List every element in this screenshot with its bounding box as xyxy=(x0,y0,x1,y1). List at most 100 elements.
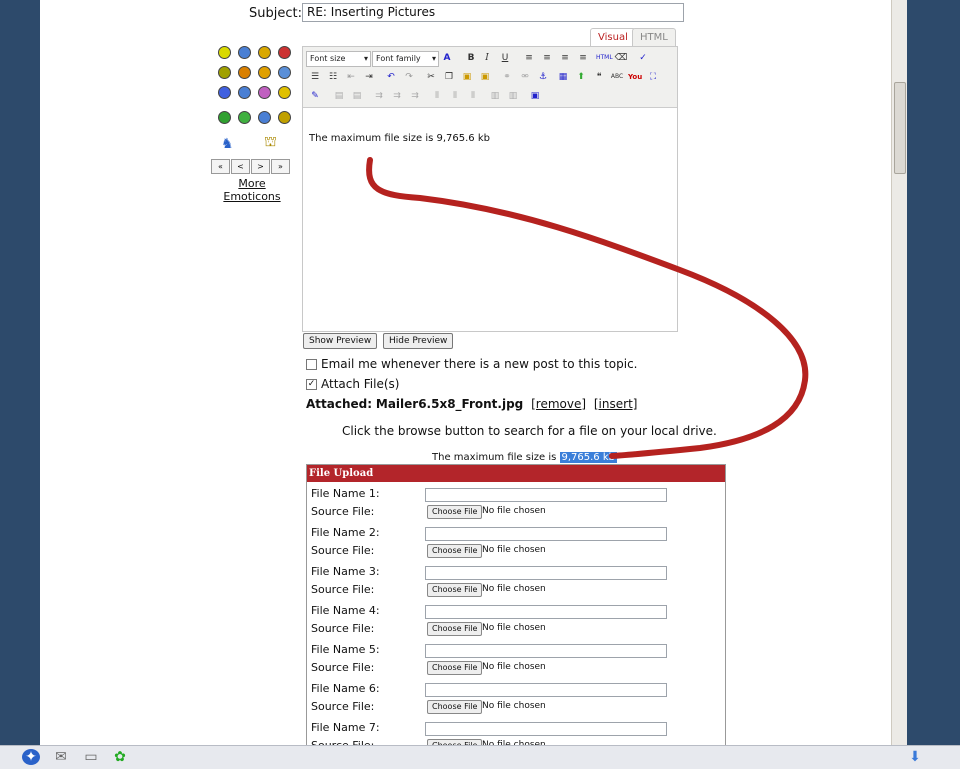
bullet-list-icon[interactable]: ☰ xyxy=(308,70,322,84)
email-me-checkbox[interactable] xyxy=(306,359,317,370)
cut-icon[interactable]: ✂ xyxy=(424,70,438,84)
fullscreen-icon[interactable]: ⛶ xyxy=(646,70,660,84)
choose-file-button[interactable]: Choose File xyxy=(427,622,483,636)
scrollbar-thumb[interactable] xyxy=(894,82,906,174)
insert-attachment-link[interactable]: [insert] xyxy=(594,397,638,411)
editor-text[interactable]: The maximum file size is 9,765.6 kb xyxy=(309,133,490,144)
hide-preview-button[interactable]: Hide Preview xyxy=(383,333,454,349)
unlink-icon[interactable]: ⚮ xyxy=(518,70,532,84)
bold-icon[interactable]: B xyxy=(464,51,478,65)
tab-html[interactable]: HTML xyxy=(632,28,676,47)
link-icon[interactable]: ⚭ xyxy=(500,70,514,84)
eraser-icon[interactable]: ⌫ xyxy=(614,51,628,65)
show-preview-button[interactable]: Show Preview xyxy=(303,333,378,349)
attach-files-checkbox[interactable]: ✓ xyxy=(306,379,317,390)
file-name-input[interactable] xyxy=(425,527,667,541)
subject-input[interactable]: RE: Inserting Pictures xyxy=(302,3,684,22)
html-source-icon[interactable]: HTML xyxy=(596,51,613,65)
anchor-icon[interactable]: ⚓ xyxy=(536,70,550,84)
emoticon-house-icon[interactable]: ⛫ xyxy=(264,134,277,152)
emoticon-icon[interactable] xyxy=(218,111,231,124)
upload-image-icon[interactable]: ⬆ xyxy=(574,70,588,84)
emoticon-icon[interactable] xyxy=(238,111,251,124)
file-name-input[interactable] xyxy=(425,488,667,502)
file-name-input[interactable] xyxy=(425,683,667,697)
choose-file-button[interactable]: Choose File xyxy=(427,505,483,519)
template-icon[interactable]: ▣ xyxy=(528,89,542,103)
col-delete-icon[interactable]: ⫴ xyxy=(466,89,480,103)
col-after-icon[interactable]: ⫴ xyxy=(448,89,462,103)
font-family-select[interactable]: Font family xyxy=(372,51,439,67)
emoticon-icon[interactable] xyxy=(278,111,291,124)
emoticon-icon[interactable] xyxy=(258,46,271,59)
choose-file-button[interactable]: Choose File xyxy=(427,583,483,597)
align-center-icon[interactable]: ≡ xyxy=(540,51,554,65)
emoticon-next-button[interactable]: > xyxy=(251,159,270,174)
quote-icon[interactable]: ❝ xyxy=(592,70,606,84)
emoticon-icon[interactable] xyxy=(278,66,291,79)
download-arrow-icon[interactable]: ⬇ xyxy=(906,749,924,765)
emoticon-last-button[interactable]: » xyxy=(271,159,290,174)
emoticon-icon[interactable] xyxy=(258,111,271,124)
align-right-icon[interactable]: ≡ xyxy=(558,51,572,65)
code-icon[interactable]: ABC xyxy=(610,70,624,84)
undo-icon[interactable]: ↶ xyxy=(384,70,398,84)
emoticon-icon[interactable] xyxy=(218,86,231,99)
outdent-icon[interactable]: ⇤ xyxy=(344,70,358,84)
choose-file-button[interactable]: Choose File xyxy=(427,700,483,714)
redo-icon[interactable]: ↷ xyxy=(402,70,416,84)
remove-attachment-link[interactable]: [remove] xyxy=(531,397,586,411)
file-name-input[interactable] xyxy=(425,605,667,619)
row-insert-icon[interactable]: ⇉ xyxy=(372,89,386,103)
emoticon-icon[interactable] xyxy=(278,46,291,59)
split-cells-icon[interactable]: ▥ xyxy=(506,89,520,103)
youtube-icon[interactable]: You xyxy=(628,70,642,84)
start-orb-icon[interactable]: ✦ xyxy=(22,749,40,765)
row-split-icon[interactable]: ⇉ xyxy=(408,89,422,103)
choose-file-button[interactable]: Choose File xyxy=(427,544,483,558)
align-left-icon[interactable]: ≡ xyxy=(522,51,536,65)
text-color-icon[interactable]: A xyxy=(440,51,454,65)
image-icon[interactable]: ▦ xyxy=(556,70,570,84)
emoticon-icon[interactable] xyxy=(238,86,251,99)
copy-icon[interactable]: ❐ xyxy=(442,70,456,84)
italic-icon[interactable]: I xyxy=(480,51,494,65)
paste-icon[interactable]: ▣ xyxy=(460,70,474,84)
file-name-input[interactable] xyxy=(425,722,667,736)
row-delete-icon[interactable]: ⇉ xyxy=(390,89,404,103)
more-emoticons-link[interactable]: More Emoticons xyxy=(222,177,282,203)
tab-visual[interactable]: Visual xyxy=(590,28,636,47)
emoticon-icon[interactable] xyxy=(238,66,251,79)
file-name-input[interactable] xyxy=(425,644,667,658)
emoticon-icon[interactable] xyxy=(258,66,271,79)
vertical-scrollbar[interactable] xyxy=(891,0,907,745)
table-icon[interactable]: ▤ xyxy=(332,89,346,103)
align-justify-icon[interactable]: ≡ xyxy=(576,51,590,65)
emoticon-icon[interactable] xyxy=(278,86,291,99)
emoticon-icon[interactable] xyxy=(218,46,231,59)
plugin-icon[interactable]: ✿ xyxy=(111,749,129,765)
file-name-input[interactable] xyxy=(425,566,667,580)
col-insert-icon[interactable]: ⫴ xyxy=(430,89,444,103)
emoticon-prev-button[interactable]: < xyxy=(231,159,250,174)
file-upload-title: File Upload xyxy=(307,465,725,482)
indent-icon[interactable]: ⇥ xyxy=(362,70,376,84)
chat-icon[interactable]: ▭ xyxy=(82,749,100,765)
underline-icon[interactable]: U xyxy=(498,51,512,65)
spellcheck-icon[interactable]: ✓ xyxy=(636,51,650,65)
max-size-prefix: The maximum file size is xyxy=(432,452,557,463)
emoticon-icon[interactable] xyxy=(238,46,251,59)
mail-icon[interactable]: ✉ xyxy=(52,749,70,765)
emoticon-icon[interactable] xyxy=(218,66,231,79)
choose-file-button[interactable]: Choose File xyxy=(427,661,483,675)
table-props-icon[interactable]: ▤ xyxy=(350,89,364,103)
merge-cells-icon[interactable]: ▥ xyxy=(488,89,502,103)
emoticon-character-icon[interactable]: ♞ xyxy=(221,136,234,152)
rich-text-editor[interactable]: Font size Font family A B I U ≡ ≡ ≡ ≡ HT… xyxy=(302,46,678,332)
numbered-list-icon[interactable]: ☷ xyxy=(326,70,340,84)
font-size-select[interactable]: Font size xyxy=(306,51,371,67)
edit-icon[interactable]: ✎ xyxy=(308,89,322,103)
emoticon-first-button[interactable]: « xyxy=(211,159,230,174)
emoticon-icon[interactable] xyxy=(258,86,271,99)
paste-word-icon[interactable]: ▣ xyxy=(478,70,492,84)
